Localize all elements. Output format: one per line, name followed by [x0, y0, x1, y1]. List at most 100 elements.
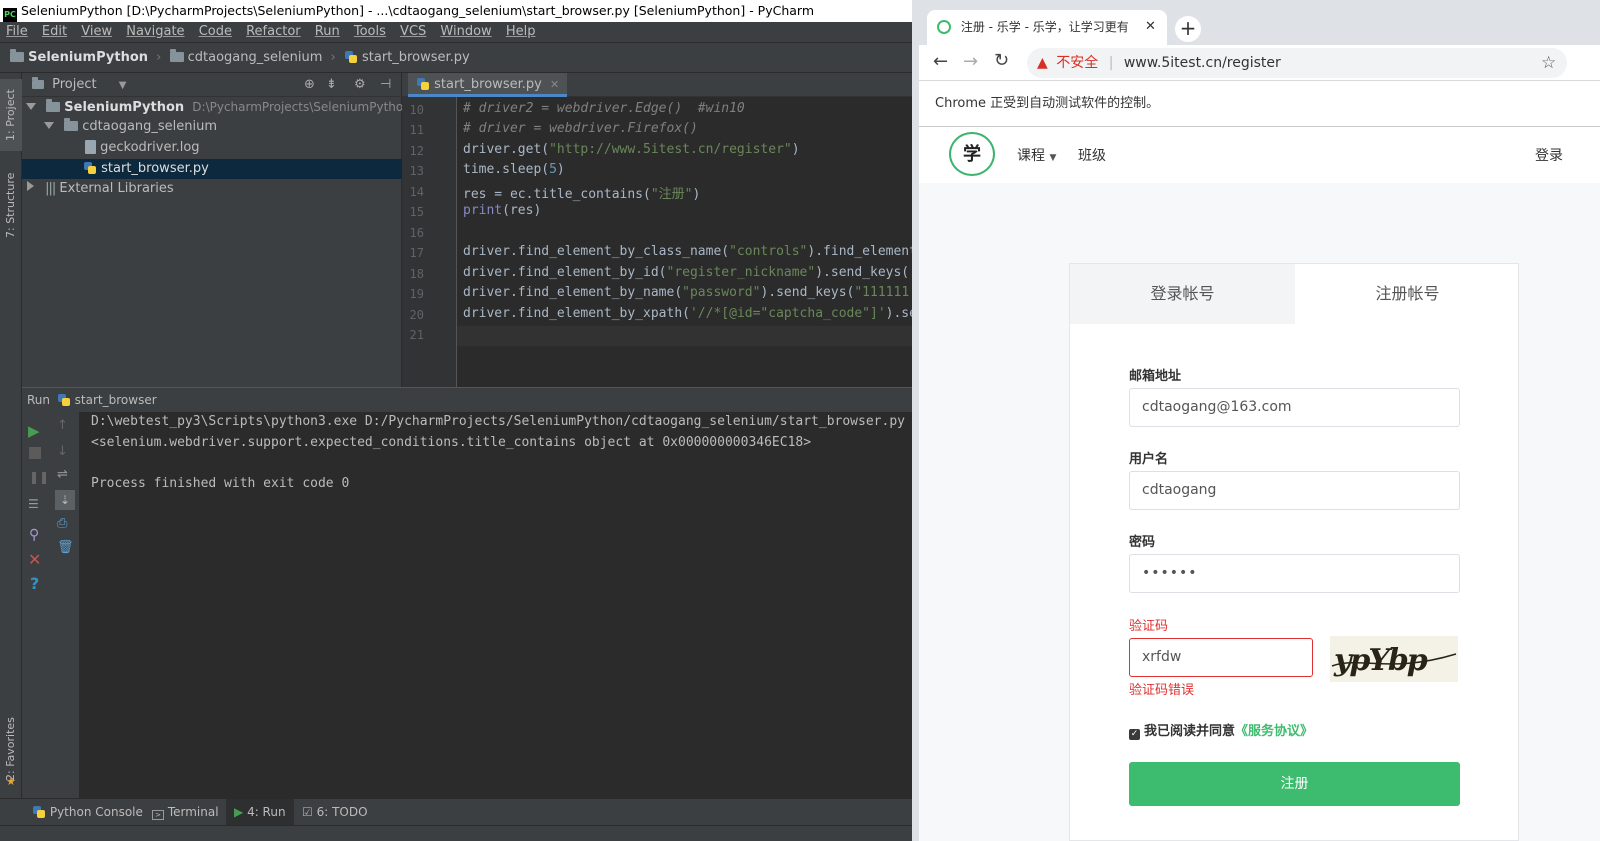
scroll-to-end-icon[interactable]: ⇣ [55, 490, 75, 510]
code-line: driver.find_element_by_name("password").… [463, 285, 910, 300]
tab-start-browser[interactable]: start_browser.py ✕ [408, 73, 568, 97]
breadcrumb-item-file[interactable]: start_browser.py [344, 50, 470, 65]
tree-item-folder[interactable]: cdtaogang_selenium [22, 117, 402, 137]
run-icon[interactable]: ▶ [28, 422, 44, 440]
site-logo[interactable]: 学 [949, 132, 995, 176]
reload-icon[interactable]: ↻ [994, 50, 1009, 71]
folder-icon [46, 99, 61, 112]
tree-item-script[interactable]: start_browser.py [22, 159, 402, 179]
nav-courses[interactable]: 课程 ▼ [1017, 145, 1056, 165]
tab-structure[interactable]: 7: Structure [0, 165, 22, 245]
login-link[interactable]: 登录 [1535, 145, 1563, 165]
password-field[interactable]: •••••• [1129, 554, 1460, 593]
line-number: 18 [409, 267, 424, 281]
chevron-down-icon[interactable]: ▼ [119, 80, 127, 91]
address-bar[interactable]: ▲ 不安全 | www.5itest.cn/register ☆ [1027, 48, 1567, 78]
bookmark-star-icon[interactable]: ☆ [1541, 48, 1556, 78]
nav-classes[interactable]: 班级 [1078, 145, 1106, 165]
service-agreement-link[interactable]: 《服务协议》 [1235, 724, 1313, 739]
email-field[interactable]: cdtaogang@163.com [1129, 388, 1460, 427]
line-number: 16 [409, 226, 424, 240]
tab-python-console[interactable]: Python Console [32, 799, 143, 825]
menu-refactor[interactable]: Refactor [246, 22, 301, 42]
captcha-image[interactable]: ypYbp [1330, 636, 1458, 682]
soft-wrap-icon[interactable]: ⇌ [57, 467, 73, 483]
tab-strip: 注册 - 乐学 - 乐学，让学习更有 ✕ + [919, 0, 1600, 45]
pycharm-window: PC SeleniumPython [D:\PycharmProjects\Sel… [0, 0, 912, 841]
menu-help[interactable]: Help [506, 22, 536, 42]
locate-icon[interactable]: ⊕ [304, 73, 315, 97]
pin-icon[interactable]: ⚲ [29, 527, 45, 543]
stop-icon[interactable] [29, 447, 41, 459]
up-icon[interactable]: ↑ [57, 418, 73, 434]
agreement-row: ✓ 我已阅读并同意《服务协议》 [1129, 724, 1314, 740]
chevron-down-icon[interactable] [44, 122, 54, 129]
tree-item-log[interactable]: geckodriver.log [22, 138, 402, 158]
trash-icon[interactable]: 🗑 [57, 540, 74, 556]
python-icon [32, 805, 46, 819]
gear-icon[interactable]: ⚙ [354, 73, 366, 97]
project-panel-title[interactable]: Project [52, 77, 96, 92]
run-config-name[interactable]: start_browser [75, 393, 157, 407]
new-tab-button[interactable]: + [1175, 16, 1201, 42]
menu-run[interactable]: Run [315, 22, 340, 42]
close-tab-icon[interactable]: ✕ [1145, 10, 1156, 44]
tree-item-libraries[interactable]: ||| External Libraries [22, 179, 402, 199]
menu-window[interactable]: Window [440, 22, 491, 42]
breadcrumb-item-project[interactable]: SeleniumPython [10, 49, 152, 65]
captcha-field[interactable]: xrfdw [1129, 638, 1313, 677]
console-line: D:\webtest_py3\Scripts\python3.exe D:/Py… [91, 414, 905, 429]
code-editor[interactable]: start_browser.py ✕ 10 11 12 13 14 15 16 … [402, 73, 912, 387]
tab-login[interactable]: 登录帐号 [1070, 264, 1295, 324]
line-number: 11 [409, 123, 424, 137]
tab-todo[interactable]: ☑ 6: TODO [302, 799, 368, 825]
tree-item-root[interactable]: SeleniumPython D:\PycharmProjects\Seleni… [22, 97, 411, 117]
line-number: 21 [409, 328, 424, 342]
forward-icon[interactable]: → [963, 51, 978, 72]
tab-run[interactable]: ▶ 4: Run [226, 799, 294, 825]
line-number: 13 [409, 164, 424, 178]
browser-tab[interactable]: 注册 - 乐学 - 乐学，让学习更有 ✕ [927, 10, 1167, 45]
chrome-window: 注册 - 乐学 - 乐学，让学习更有 ✕ + ← → ↻ ▲ 不安全 | www… [912, 0, 1600, 841]
menu-navigate[interactable]: Navigate [126, 22, 184, 42]
agreement-checkbox[interactable]: ✓ [1129, 729, 1140, 740]
help-icon[interactable]: ? [30, 574, 46, 593]
print-icon[interactable]: ⎙ [57, 516, 73, 532]
hide-panel-icon[interactable]: ⊣ [380, 73, 391, 97]
project-panel-header: Project ▼ ⊕ ⇟ ⚙ ⊣ [22, 73, 402, 97]
current-line-highlight [457, 326, 912, 346]
captcha-error: 验证码错误 [1129, 683, 1195, 698]
code-line: # driver = webdriver.Firefox() [463, 121, 698, 136]
menu-file[interactable]: File [6, 22, 28, 42]
username-field[interactable]: cdtaogang [1129, 471, 1460, 510]
text-file-icon [85, 140, 96, 154]
tab-terminal[interactable]: > Terminal [152, 799, 219, 825]
menu-edit[interactable]: Edit [42, 22, 67, 42]
close-icon[interactable]: ✕ [550, 78, 559, 91]
close-icon[interactable]: ✕ [28, 550, 44, 569]
pause-icon[interactable]: ❚❚ [29, 470, 49, 486]
tab-register[interactable]: 注册帐号 [1295, 264, 1520, 324]
code-line: res = ec.title_contains("注册") [463, 187, 701, 202]
menu-vcs[interactable]: VCS [400, 22, 426, 42]
down-icon[interactable]: ↓ [57, 444, 73, 460]
back-icon[interactable]: ← [933, 51, 948, 72]
automation-infobar: Chrome 正受到自动测试软件的控制。 [919, 81, 1600, 127]
line-number: 10 [409, 103, 424, 117]
project-icon [32, 77, 44, 89]
terminal-icon: > [152, 810, 164, 820]
menu-code[interactable]: Code [199, 22, 232, 42]
breadcrumb-item-folder[interactable]: cdtaogang_selenium [169, 49, 327, 65]
chevron-right-icon[interactable] [27, 181, 34, 191]
chevron-down-icon[interactable] [26, 103, 36, 110]
window-title-bar: PC SeleniumPython [D:\PycharmProjects\Sel… [0, 0, 912, 22]
insecure-label: 不安全 [1056, 55, 1099, 71]
menu-tools[interactable]: Tools [354, 22, 386, 42]
window-title: SeleniumPython [D:\PycharmProjects\Selen… [21, 3, 815, 18]
auth-card: 登录帐号 注册帐号 邮箱地址 cdtaogang@163.com 用户名 cdt… [1069, 263, 1519, 841]
collapse-icon[interactable]: ⇟ [326, 73, 337, 97]
dump-threads-icon[interactable]: ☰ [28, 497, 44, 513]
tab-project[interactable]: 1: Project [0, 79, 22, 151]
register-button[interactable]: 注册 [1129, 762, 1460, 806]
menu-view[interactable]: View [81, 22, 112, 42]
